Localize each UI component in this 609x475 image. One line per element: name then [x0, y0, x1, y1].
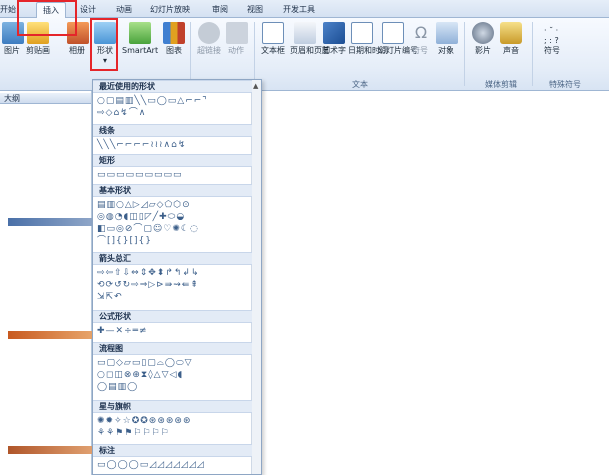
shape-row[interactable]: ⚘⚘⚑⚑⚐⚐⚐⚐ — [97, 428, 170, 439]
wordart-icon — [323, 22, 345, 44]
shape-row[interactable]: ▭▭▭▭▭▭▭▭▭ — [97, 170, 183, 181]
tab-review[interactable]: 审阅 — [212, 4, 228, 15]
section-equation-shapes: 公式形状 — [93, 310, 252, 323]
shape-row[interactable]: ▤▥○△▷◿▱◇⬠⬡⊙ — [97, 200, 191, 211]
slide-thumbnail[interactable] — [8, 446, 92, 454]
section-rectangles: 矩形 — [93, 154, 252, 167]
group-label-special: 特殊符号 — [549, 80, 581, 89]
slide-number-button[interactable]: 幻灯片编号 — [378, 22, 418, 56]
section-flowchart: 流程图 — [93, 342, 252, 355]
shape-row[interactable]: ◯▤▥◯ — [97, 382, 138, 393]
shape-row[interactable]: ○◻◫⊗⊕⧗◊△▽◁◖ — [97, 370, 183, 381]
highlight-shapes-button — [90, 18, 118, 71]
section-basic-shapes: 基本形状 — [93, 184, 252, 197]
outline-tab[interactable]: 大纲 — [0, 93, 91, 104]
action-button[interactable]: 动作 — [226, 22, 248, 56]
group-label-media: 媒体剪辑 — [485, 80, 517, 89]
wordart-button[interactable]: 艺术字 — [322, 22, 346, 56]
shape-row[interactable]: ⇨◇⌂↯⌒∧ — [97, 108, 146, 119]
slides-panel: 大纲 — [0, 91, 92, 475]
textbox-icon — [262, 22, 284, 44]
tab-design[interactable]: 设计 — [80, 4, 96, 15]
shape-row[interactable]: ⟲⟳↺↻⇨⇒▷⊳⇛⇝⇚⇞ — [97, 280, 199, 291]
movie-button[interactable]: 影片 — [472, 22, 494, 56]
shape-row[interactable]: ▭◯◯◯▭◿◿◿◿◿◿◿ — [97, 460, 205, 471]
slide-thumbnail[interactable] — [8, 218, 92, 226]
section-recent-shapes: 最近使用的形状 — [93, 80, 252, 93]
shape-row[interactable]: ✚—✕÷═≠ — [97, 326, 148, 337]
object-icon — [436, 22, 458, 44]
datetime-button[interactable]: 日期和时间 — [348, 22, 388, 56]
textbox-button[interactable]: 文本框 — [260, 22, 286, 56]
film-reel-icon — [472, 22, 494, 44]
section-stars-banners: 星与旗帜 — [93, 400, 252, 413]
object-button[interactable]: 对象 — [436, 22, 458, 56]
tab-home[interactable]: 开始 — [0, 4, 16, 15]
sound-button[interactable]: 声音 — [500, 22, 522, 56]
highlight-insert-tab — [17, 0, 77, 36]
action-icon — [226, 22, 248, 44]
ribbon-tab-bar: 开始 插入 设计 动画 幻灯片放映 审阅 视图 开发工具 — [0, 0, 609, 19]
hyperlink-icon — [198, 22, 220, 44]
special-symbol-row: ; : ? — [544, 36, 559, 45]
smartart-button[interactable]: SmartArt — [122, 22, 158, 56]
section-callouts: 标注 — [93, 444, 252, 457]
shape-row[interactable]: ⇲⇱↶ — [97, 292, 123, 303]
shape-row[interactable]: ◎◍◔◖◫▯◸╱✚⬭◒ — [97, 212, 185, 223]
dropdown-scrollbar[interactable]: ▲ — [251, 80, 261, 474]
shape-row[interactable]: ✺✹✧☆✪✪⊛⊛⊛⊛⊛ — [97, 416, 191, 427]
shape-row[interactable]: ○▢▤▥╲╲▭◯▭△⌐⌐⌝ — [97, 96, 208, 107]
section-lines: 线条 — [93, 124, 252, 137]
special-symbol-row: · ˘ · — [544, 26, 559, 35]
slide-thumbnail[interactable] — [8, 331, 92, 339]
scroll-up-icon[interactable]: ▲ — [253, 82, 258, 90]
header-footer-button[interactable]: 页眉和页脚 — [290, 22, 330, 56]
speaker-icon — [500, 22, 522, 44]
smartart-icon — [129, 22, 151, 44]
shape-row[interactable]: ▭▢◇▱▭▯▢⌓◯⬭▽ — [97, 358, 193, 369]
slide-number-icon — [382, 22, 404, 44]
group-label-text: 文本 — [352, 80, 368, 89]
chart-button[interactable]: 图表 — [163, 22, 185, 56]
special-symbols-button[interactable]: · ˘ · ; : ? 符号 — [544, 26, 580, 56]
header-footer-icon — [294, 22, 316, 44]
shape-row[interactable]: ⇨⇦⇧⇩⇔⇕✥⬍↱↰↲↳ — [97, 268, 200, 279]
tab-animation[interactable]: 动画 — [116, 4, 132, 15]
calendar-icon — [351, 22, 373, 44]
tab-slideshow[interactable]: 幻灯片放映 — [150, 4, 190, 15]
omega-icon: Ω — [414, 23, 428, 42]
tab-view[interactable]: 视图 — [247, 4, 263, 15]
hyperlink-button[interactable]: 超链接 — [196, 22, 222, 56]
shape-row[interactable]: ◧▭◎⊘⌒▢☺♡✺☾◌ — [97, 224, 199, 235]
shape-row[interactable]: ╲╲╲⌐⌐⌐⌐≀≀≀∧⌂↯ — [97, 140, 186, 151]
symbol-button[interactable]: Ω 符号 — [410, 22, 430, 56]
tab-developer[interactable]: 开发工具 — [283, 4, 315, 15]
section-arrows: 箭头总汇 — [93, 252, 252, 265]
shapes-dropdown: ▲ 最近使用的形状 ○▢▤▥╲╲▭◯▭△⌐⌐⌝ ⇨◇⌂↯⌒∧ 线条 ╲╲╲⌐⌐⌐… — [92, 79, 262, 475]
chart-icon — [163, 22, 185, 44]
powerpoint-window: 开始 插入 设计 动画 幻灯片放映 审阅 视图 开发工具 图片 剪贴画 相册 形… — [0, 0, 609, 475]
shape-row[interactable]: ⌒[]{}[]{} — [97, 236, 152, 247]
